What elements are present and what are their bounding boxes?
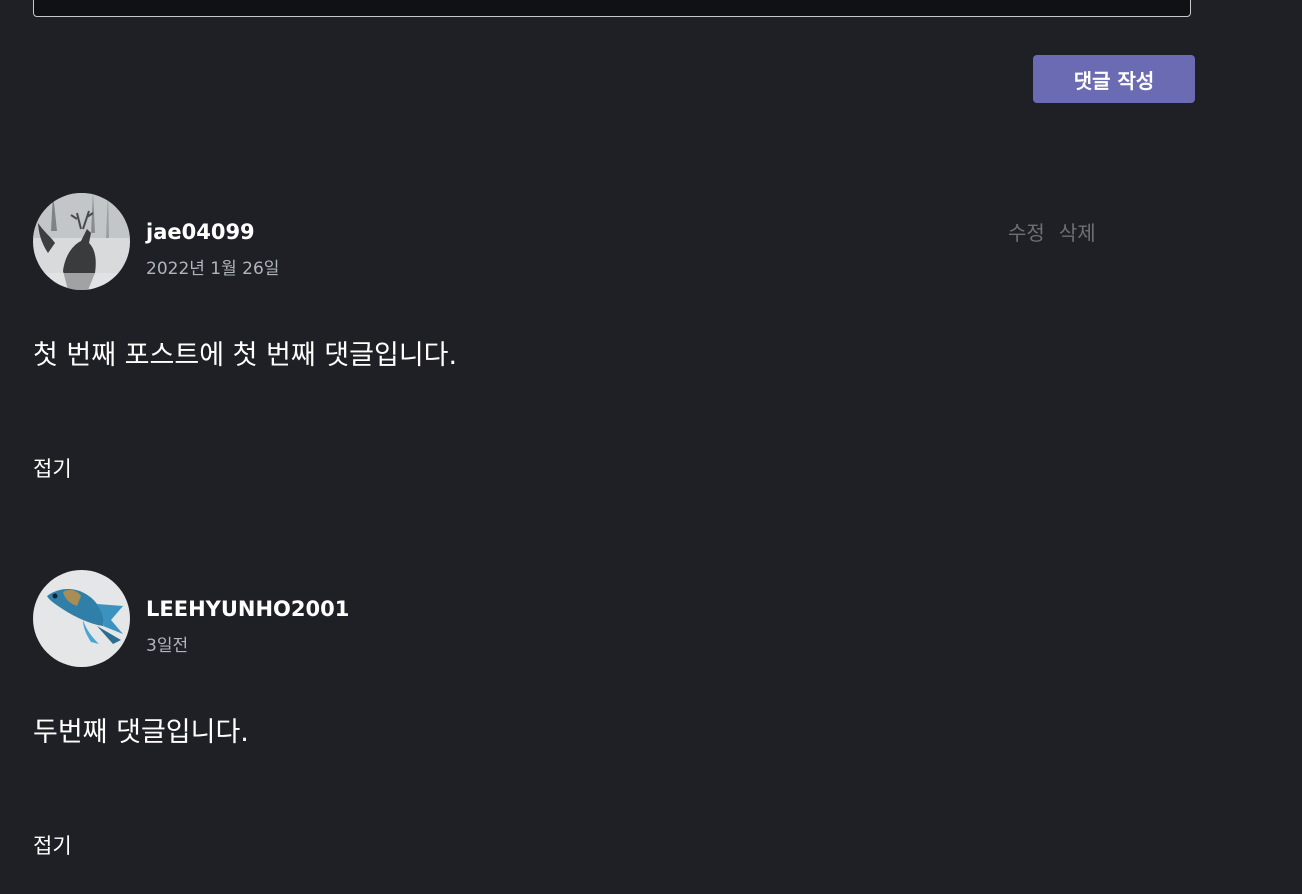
submit-comment-button[interactable]: 댓글 작성 [1033,55,1195,103]
fish-photo-icon [33,570,130,667]
comment-header: LEEHYUNHO2001 3일전 [33,570,1193,667]
avatar[interactable] [33,570,130,667]
edit-comment-button[interactable]: 수정 [1008,217,1045,246]
comment-item: jae04099 2022년 1월 26일 수정 삭제 첫 번째 포스트에 첫 … [33,193,1193,481]
deer-photo-icon [33,193,130,290]
comments-section: 댓글 작성 jae04099 2022년 1월 26일 수정 삭제 첫 번째 포… [0,0,1302,894]
comment-textarea[interactable] [33,0,1191,17]
comment-body: 두번째 댓글입니다. [33,717,249,748]
avatar[interactable] [33,193,130,290]
comment-body: 첫 번째 포스트에 첫 번째 댓글입니다. [33,340,458,371]
comment-item: LEEHYUNHO2001 3일전 두번째 댓글입니다. 접기 [33,570,1193,858]
comment-date: 2022년 1월 26일 [146,259,280,279]
delete-comment-button[interactable]: 삭제 [1059,217,1096,246]
comment-header: jae04099 2022년 1월 26일 수정 삭제 [33,193,1193,290]
comment-actions: 수정 삭제 [1008,217,1096,246]
comment-author[interactable]: jae04099 [146,220,255,244]
comment-author[interactable]: LEEHYUNHO2001 [146,597,349,621]
fold-replies-button[interactable]: 접기 [33,830,72,860]
comment-date: 3일전 [146,636,189,656]
fold-replies-button[interactable]: 접기 [33,453,72,483]
